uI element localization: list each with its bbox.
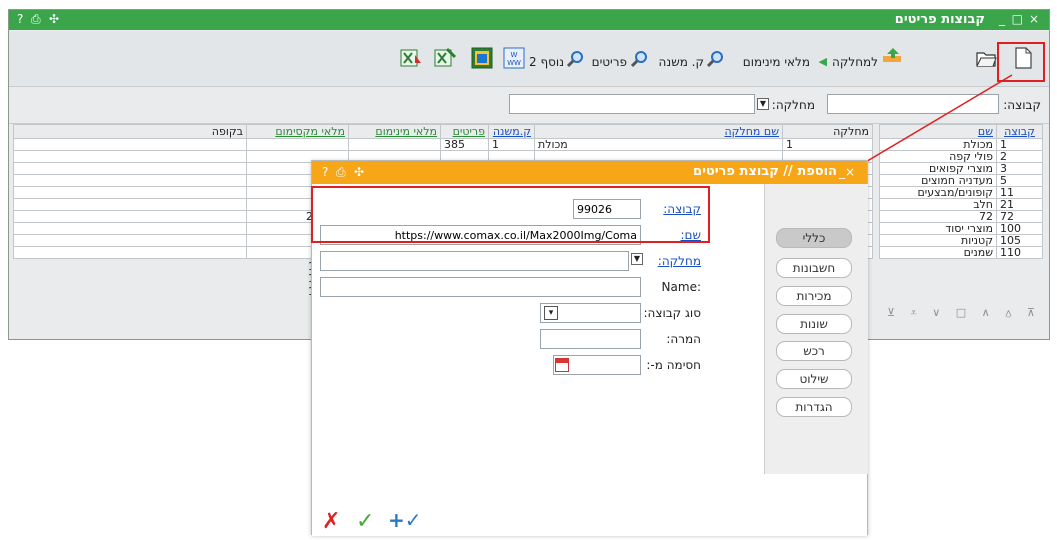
- cell-name: מוצרי יסוד: [879, 222, 997, 235]
- to-department-label[interactable]: למחלקה: [832, 55, 878, 69]
- conversion-input[interactable]: [540, 329, 641, 349]
- dep-col-min-stock[interactable]: מלאי מינימום: [348, 124, 441, 139]
- search-icon[interactable]: [705, 49, 725, 69]
- table-row[interactable]: 1 מכולת 1 385: [13, 138, 873, 151]
- print-icon[interactable]: ⎙: [336, 165, 346, 180]
- search-icon[interactable]: [565, 49, 585, 69]
- dialog-title-bar: ? ⎙ ✣ הוספת // קבוצת פריטים × _: [312, 161, 867, 184]
- cell-name: חלב: [879, 198, 997, 211]
- tab-settings[interactable]: הגדרות: [776, 397, 852, 417]
- excel-export-icon[interactable]: [399, 47, 423, 69]
- cell-name: 72: [879, 210, 997, 223]
- tab-accounts[interactable]: חשבונות: [776, 258, 852, 278]
- cancel-button[interactable]: ✗: [322, 511, 340, 533]
- to-department-icon[interactable]: [881, 46, 905, 66]
- min-stock-label[interactable]: מלאי מינימום: [743, 55, 810, 69]
- move-icon[interactable]: ✣: [354, 165, 364, 179]
- table-row[interactable]: 21 חלב: [879, 198, 1043, 211]
- cell-department-name: מכולת: [534, 138, 783, 151]
- move-icon[interactable]: ✣: [49, 12, 59, 26]
- image-icon[interactable]: [471, 47, 493, 69]
- dep-col-max-stock[interactable]: מלאי מקסימום: [246, 124, 349, 139]
- tab-misc[interactable]: שונות: [776, 314, 852, 334]
- conversion-label: המרה:: [666, 332, 701, 346]
- main-title-bar: ? ⎙ ✣ קבוצות פריטים × □ _: [9, 10, 1049, 30]
- cell-group: 100: [996, 222, 1043, 235]
- maximize-icon[interactable]: □: [1012, 12, 1023, 26]
- dialog-title: הוספת // קבוצת פריטים: [693, 164, 837, 179]
- help-icon[interactable]: ?: [17, 12, 23, 26]
- dep-col-sub-group[interactable]: ק.משנה: [488, 124, 535, 139]
- group-type-select[interactable]: ▾: [540, 303, 641, 323]
- minimize-icon[interactable]: _: [999, 12, 1005, 26]
- chevron-down-icon: ▾: [544, 306, 558, 320]
- calendar-icon[interactable]: [555, 358, 569, 372]
- name-en-label: :Name: [661, 280, 701, 294]
- department-filter-input[interactable]: [509, 94, 755, 114]
- search-icon[interactable]: [629, 49, 649, 69]
- block-from-label: חסימה מ-:: [646, 358, 701, 372]
- cell-group: 105: [996, 234, 1043, 247]
- highlight-group-name-fields: [311, 186, 710, 243]
- print-icon[interactable]: ⎙: [31, 12, 41, 27]
- cell-group: 21: [996, 198, 1043, 211]
- name-en-input[interactable]: [320, 277, 641, 297]
- dep-col-sub-group-label[interactable]: ק.משנה: [493, 126, 531, 138]
- minimize-icon[interactable]: _: [839, 165, 845, 179]
- department-dropdown-icon[interactable]: ▼: [757, 98, 769, 110]
- svg-text:W: W: [511, 51, 518, 59]
- cell-max-stock: [246, 138, 349, 151]
- cell-items: 385: [440, 138, 489, 151]
- dep-col-department-name[interactable]: שם מחלקה: [534, 124, 783, 139]
- table-row[interactable]: 110 שמנים: [879, 246, 1043, 259]
- cell-sub-group: 1: [488, 138, 535, 151]
- dep-col-min-stock-label[interactable]: מלאי מינימום: [375, 126, 437, 138]
- cell-name: שמנים: [879, 246, 997, 259]
- table-row[interactable]: 105 קטניות: [879, 234, 1043, 247]
- www-icon[interactable]: W WW: [503, 47, 525, 69]
- department-input[interactable]: [320, 251, 629, 271]
- cell-name: קטניות: [879, 234, 997, 247]
- department-dropdown-icon[interactable]: ▼: [631, 253, 643, 265]
- svg-text:WW: WW: [507, 59, 521, 67]
- pager-controls[interactable]: ⊻ ⩡ ∨ □ ∧ ⩟ ⊼: [887, 306, 1041, 320]
- dialog-tabs: כללי חשבונות מכירות שונות רכש שילוט הגדר…: [764, 184, 868, 474]
- dep-col-at-register: בקופה: [13, 124, 247, 139]
- extra2-label[interactable]: נוסף 2: [529, 55, 564, 69]
- dep-col-items-label[interactable]: פריטים: [453, 126, 485, 138]
- confirm-button[interactable]: ✓: [356, 511, 374, 533]
- confirm-and-new-button[interactable]: +✓: [388, 509, 422, 531]
- open-folder-button[interactable]: [975, 48, 997, 68]
- close-icon[interactable]: ×: [1029, 12, 1039, 26]
- cell-group: 72: [996, 210, 1043, 223]
- dep-col-at-register-label: בקופה: [211, 125, 243, 138]
- dep-col-department-name-label[interactable]: שם מחלקה: [725, 126, 780, 138]
- open-folder-icon: [976, 52, 997, 67]
- dep-col-items[interactable]: פריטים: [440, 124, 489, 139]
- tab-purchasing[interactable]: רכש: [776, 341, 852, 361]
- tab-signage[interactable]: שילוט: [776, 369, 852, 389]
- sub-group-label[interactable]: ק. משנה: [659, 55, 704, 69]
- table-row[interactable]: 100 מוצרי יסוד: [879, 222, 1043, 235]
- cell-group: 110: [996, 246, 1043, 259]
- tab-sales[interactable]: מכירות: [776, 286, 852, 306]
- tab-general[interactable]: כללי: [776, 228, 852, 248]
- items-label[interactable]: פריטים: [592, 55, 627, 69]
- department-label[interactable]: מחלקה:: [658, 254, 701, 268]
- triangle-left-icon: ◀: [818, 55, 827, 68]
- group-type-label: סוג קבוצה:: [643, 306, 701, 320]
- close-icon[interactable]: ×: [845, 165, 855, 179]
- help-icon[interactable]: ?: [322, 165, 328, 179]
- dep-col-max-stock-label[interactable]: מלאי מקסימום: [275, 126, 345, 138]
- cell-at-register: [13, 138, 247, 151]
- excel-import-icon[interactable]: [433, 47, 457, 69]
- table-row[interactable]: 72 72: [879, 210, 1043, 223]
- cell-min-stock: [348, 138, 441, 151]
- window-title: קבוצות פריטים: [894, 12, 985, 27]
